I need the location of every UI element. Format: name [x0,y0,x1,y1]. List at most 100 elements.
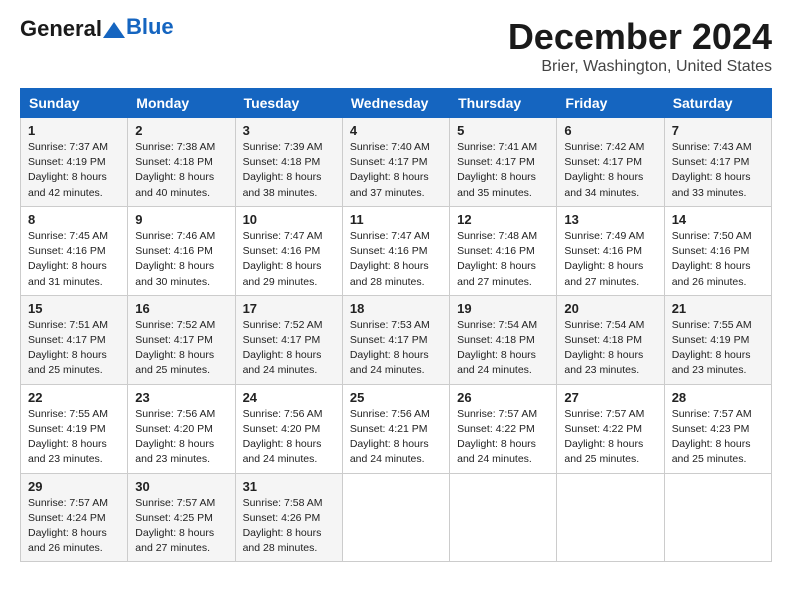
day-info: Sunrise: 7:45 AMSunset: 4:16 PMDaylight:… [28,229,120,290]
calendar-cell: 10Sunrise: 7:47 AMSunset: 4:16 PMDayligh… [235,206,342,295]
day-info: Sunrise: 7:55 AMSunset: 4:19 PMDaylight:… [672,318,764,379]
weekday-header-tuesday: Tuesday [235,89,342,118]
calendar-cell: 28 Sunrise: 7:57 AMSunset: 4:23 PMDayligh… [664,384,771,473]
day-info: Sunrise: 7:54 AMSunset: 4:18 PMDaylight:… [564,318,656,379]
day-info: Sunrise: 7:40 AMSunset: 4:17 PMDaylight:… [350,140,442,201]
calendar-cell [664,473,771,562]
calendar-cell [450,473,557,562]
day-info: Sunrise: 7:58 AMSunset: 4:26 PMDaylight:… [243,496,335,557]
day-number: 22 [28,390,120,405]
day-info: Sunrise: 7:46 AMSunset: 4:16 PMDaylight:… [135,229,227,290]
calendar-cell: 20Sunrise: 7:54 AMSunset: 4:18 PMDayligh… [557,295,664,384]
calendar-cell: 26Sunrise: 7:57 AMSunset: 4:22 PMDayligh… [450,384,557,473]
weekday-header-row: SundayMondayTuesdayWednesdayThursdayFrid… [21,89,772,118]
weekday-header-wednesday: Wednesday [342,89,449,118]
day-number: 16 [135,301,227,316]
day-info: Sunrise: 7:43 AMSunset: 4:17 PMDaylight:… [672,140,764,201]
day-info: Sunrise: 7:57 AMSunset: 4:25 PMDaylight:… [135,496,227,557]
calendar-cell [557,473,664,562]
logo-general: General [20,16,102,41]
day-info: Sunrise: 7:50 AMSunset: 4:16 PMDaylight:… [672,229,764,290]
calendar-cell: 5 Sunrise: 7:41 AMSunset: 4:17 PMDaylight… [450,118,557,207]
weekday-header-friday: Friday [557,89,664,118]
calendar-cell: 7 Sunrise: 7:43 AMSunset: 4:17 PMDaylight… [664,118,771,207]
day-number: 30 [135,479,227,494]
logo-text: General [20,16,126,42]
calendar-cell: 22 Sunrise: 7:55 AMSunset: 4:19 PMDayligh… [21,384,128,473]
calendar-cell: 23 Sunrise: 7:56 AMSunset: 4:20 PMDayligh… [128,384,235,473]
day-number: 21 [672,301,764,316]
calendar-cell: 21 Sunrise: 7:55 AMSunset: 4:19 PMDayligh… [664,295,771,384]
day-info: Sunrise: 7:51 AMSunset: 4:17 PMDaylight:… [28,318,120,379]
calendar-cell: 3Sunrise: 7:39 AMSunset: 4:18 PMDaylight… [235,118,342,207]
title-block: December 2024 Brier, Washington, United … [508,16,772,76]
day-number: 11 [350,212,442,227]
calendar-cell: 2Sunrise: 7:38 AMSunset: 4:18 PMDaylight… [128,118,235,207]
day-info: Sunrise: 7:57 AMSunset: 4:23 PMDaylight:… [672,407,764,468]
day-info: Sunrise: 7:39 AMSunset: 4:18 PMDaylight:… [243,140,335,201]
day-number: 12 [457,212,549,227]
day-number: 9 [135,212,227,227]
calendar-cell: 31Sunrise: 7:58 AMSunset: 4:26 PMDayligh… [235,473,342,562]
calendar-cell: 19Sunrise: 7:54 AMSunset: 4:18 PMDayligh… [450,295,557,384]
day-info: Sunrise: 7:56 AMSunset: 4:20 PMDaylight:… [135,407,227,468]
day-number: 6 [564,123,656,138]
weekday-header-monday: Monday [128,89,235,118]
calendar-cell: 25Sunrise: 7:56 AMSunset: 4:21 PMDayligh… [342,384,449,473]
day-number: 10 [243,212,335,227]
day-number: 8 [28,212,120,227]
day-info: Sunrise: 7:38 AMSunset: 4:18 PMDaylight:… [135,140,227,201]
day-number: 28 [672,390,764,405]
day-number: 14 [672,212,764,227]
calendar-cell: 11 Sunrise: 7:47 AMSunset: 4:16 PMDayligh… [342,206,449,295]
day-info: Sunrise: 7:57 AMSunset: 4:24 PMDaylight:… [28,496,120,557]
calendar-cell [342,473,449,562]
logo-blue: Blue [126,14,174,40]
calendar-cell: 24 Sunrise: 7:56 AMSunset: 4:20 PMDayligh… [235,384,342,473]
day-info: Sunrise: 7:54 AMSunset: 4:18 PMDaylight:… [457,318,549,379]
calendar-cell: 13Sunrise: 7:49 AMSunset: 4:16 PMDayligh… [557,206,664,295]
calendar-cell: 12 Sunrise: 7:48 AMSunset: 4:16 PMDayligh… [450,206,557,295]
day-number: 13 [564,212,656,227]
day-info: Sunrise: 7:57 AMSunset: 4:22 PMDaylight:… [564,407,656,468]
day-info: Sunrise: 7:41 AMSunset: 4:17 PMDaylight:… [457,140,549,201]
day-info: Sunrise: 7:47 AMSunset: 4:16 PMDaylight:… [350,229,442,290]
calendar-table: SundayMondayTuesdayWednesdayThursdayFrid… [20,88,772,562]
week-row-2: 8 Sunrise: 7:45 AMSunset: 4:16 PMDaylight… [21,206,772,295]
day-info: Sunrise: 7:42 AMSunset: 4:17 PMDaylight:… [564,140,656,201]
day-number: 7 [672,123,764,138]
calendar-cell: 30 Sunrise: 7:57 AMSunset: 4:25 PMDayligh… [128,473,235,562]
calendar-cell: 29Sunrise: 7:57 AMSunset: 4:24 PMDayligh… [21,473,128,562]
day-number: 17 [243,301,335,316]
day-info: Sunrise: 7:37 AMSunset: 4:19 PMDaylight:… [28,140,120,201]
calendar-cell: 27Sunrise: 7:57 AMSunset: 4:22 PMDayligh… [557,384,664,473]
logo: General Blue [20,16,174,42]
location-subtitle: Brier, Washington, United States [508,58,772,76]
week-row-5: 29Sunrise: 7:57 AMSunset: 4:24 PMDayligh… [21,473,772,562]
day-number: 23 [135,390,227,405]
week-row-1: 1Sunrise: 7:37 AMSunset: 4:19 PMDaylight… [21,118,772,207]
calendar-cell: 15Sunrise: 7:51 AMSunset: 4:17 PMDayligh… [21,295,128,384]
week-row-4: 22 Sunrise: 7:55 AMSunset: 4:19 PMDayligh… [21,384,772,473]
day-info: Sunrise: 7:52 AMSunset: 4:17 PMDaylight:… [135,318,227,379]
calendar-cell: 6 Sunrise: 7:42 AMSunset: 4:17 PMDaylight… [557,118,664,207]
day-number: 5 [457,123,549,138]
calendar-cell: 1Sunrise: 7:37 AMSunset: 4:19 PMDaylight… [21,118,128,207]
weekday-header-thursday: Thursday [450,89,557,118]
day-info: Sunrise: 7:48 AMSunset: 4:16 PMDaylight:… [457,229,549,290]
week-row-3: 15Sunrise: 7:51 AMSunset: 4:17 PMDayligh… [21,295,772,384]
day-info: Sunrise: 7:56 AMSunset: 4:21 PMDaylight:… [350,407,442,468]
day-info: Sunrise: 7:55 AMSunset: 4:19 PMDaylight:… [28,407,120,468]
weekday-header-sunday: Sunday [21,89,128,118]
calendar-cell: 9 Sunrise: 7:46 AMSunset: 4:16 PMDaylight… [128,206,235,295]
day-number: 18 [350,301,442,316]
day-info: Sunrise: 7:57 AMSunset: 4:22 PMDaylight:… [457,407,549,468]
day-number: 24 [243,390,335,405]
calendar-cell: 8 Sunrise: 7:45 AMSunset: 4:16 PMDaylight… [21,206,128,295]
day-info: Sunrise: 7:56 AMSunset: 4:20 PMDaylight:… [243,407,335,468]
weekday-header-saturday: Saturday [664,89,771,118]
day-info: Sunrise: 7:53 AMSunset: 4:17 PMDaylight:… [350,318,442,379]
logo-icon [103,22,125,38]
day-number: 4 [350,123,442,138]
month-title: December 2024 [508,16,772,58]
